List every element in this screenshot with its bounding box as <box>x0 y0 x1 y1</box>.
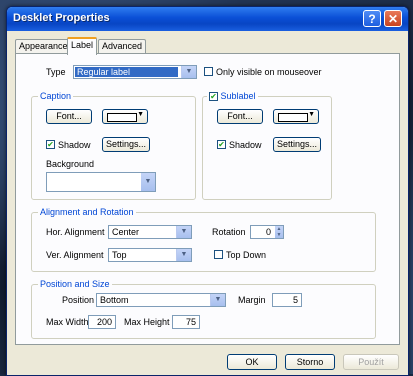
chevron-down-icon: ▼ <box>308 111 315 118</box>
caption-shadow-label: Shadow <box>58 140 91 150</box>
chevron-down-icon: ▼ <box>141 173 155 191</box>
type-label: Type <box>46 67 66 77</box>
sublabel-shadow-label: Shadow <box>229 140 262 150</box>
checkmark-icon: ✔ <box>210 92 217 102</box>
type-select[interactable]: Regular label ▼ <box>73 65 197 79</box>
caption-settings-button[interactable]: Settings... <box>102 137 150 152</box>
rotation-label: Rotation <box>212 227 246 237</box>
max-height-label: Max Height <box>124 317 170 327</box>
caption-group-label: Caption <box>38 91 74 101</box>
close-button[interactable]: ✕ <box>384 10 402 27</box>
sublabel-group-label-wrap: ✔ Sublabel <box>207 91 258 102</box>
tab-label[interactable]: Label <box>67 37 98 55</box>
ver-alignment-value: Top <box>112 250 127 260</box>
chevron-down-icon: ▼ <box>210 294 225 306</box>
sublabel-font-button[interactable]: Font... <box>217 109 263 124</box>
sublabel-group: ✔ Sublabel Font... ▼ ✔ Shadow Settings..… <box>202 91 332 200</box>
top-down-checkbox[interactable] <box>214 250 223 259</box>
background-select[interactable]: ▼ <box>46 172 156 192</box>
cancel-button[interactable]: Storno <box>285 354 335 370</box>
position-label: Position <box>62 295 95 305</box>
margin-label: Margin <box>238 295 266 305</box>
max-width-input[interactable]: 200 <box>88 315 116 329</box>
apply-button[interactable]: Použít <box>343 354 399 370</box>
tab-advanced[interactable]: Advanced <box>98 39 147 53</box>
sublabel-checkbox[interactable]: ✔ <box>209 92 218 102</box>
background-label: Background <box>46 159 95 169</box>
chevron-down-icon: ▼ <box>176 249 191 261</box>
chevron-down-icon: ▼ <box>137 111 144 118</box>
window-title: Desklet Properties <box>13 12 110 24</box>
tab-panel: Type Regular label ▼ Only visible on mou… <box>15 53 400 345</box>
color-swatch <box>107 113 137 122</box>
checkmark-icon: ✔ <box>218 140 225 149</box>
position-group: Position and Size Position Bottom ▼ Marg… <box>31 279 376 339</box>
only-visible-checkbox[interactable] <box>204 67 213 76</box>
ver-alignment-select[interactable]: Top ▼ <box>108 248 192 262</box>
caption-font-button[interactable]: Font... <box>46 109 92 124</box>
caption-shadow-checkbox[interactable]: ✔ <box>46 140 55 149</box>
position-value: Bottom <box>100 295 129 305</box>
caption-group: Caption Font... ▼ ✔ Shadow Settings... B… <box>31 91 196 200</box>
alignment-group-label: Alignment and Rotation <box>38 207 136 217</box>
chevron-down-icon: ▼ <box>176 226 191 238</box>
sublabel-shadow-checkbox[interactable]: ✔ <box>217 140 226 149</box>
top-down-label: Top Down <box>226 250 267 260</box>
help-button[interactable]: ? <box>363 10 381 27</box>
caption-color-button[interactable]: ▼ <box>102 109 148 124</box>
max-height-input[interactable]: 75 <box>172 315 200 329</box>
max-width-label: Max Width <box>46 317 89 327</box>
sublabel-group-label: Sublabel <box>220 91 256 101</box>
hor-alignment-select[interactable]: Center ▼ <box>108 225 192 239</box>
rotation-spinner[interactable]: ▲ ▼ <box>275 226 283 238</box>
sublabel-settings-button[interactable]: Settings... <box>273 137 321 152</box>
checkmark-icon: ✔ <box>47 140 54 149</box>
tab-appearance[interactable]: Appearance <box>15 39 72 53</box>
sublabel-color-button[interactable]: ▼ <box>273 109 319 124</box>
title-bar[interactable]: Desklet Properties ? ✕ <box>7 7 408 31</box>
color-swatch <box>278 113 308 122</box>
hor-alignment-label: Hor. Alignment <box>46 227 105 237</box>
margin-input[interactable]: 5 <box>272 293 302 307</box>
ver-alignment-label: Ver. Alignment <box>46 250 104 260</box>
only-visible-label: Only visible on mouseover <box>216 67 322 77</box>
hor-alignment-value: Center <box>112 227 140 237</box>
ok-button[interactable]: OK <box>227 354 277 370</box>
chevron-down-icon: ▼ <box>181 66 196 78</box>
alignment-group: Alignment and Rotation Hor. Alignment Ce… <box>31 207 376 272</box>
type-value: Regular label <box>75 67 178 77</box>
dialog-window: Desklet Properties ? ✕ Appearance Label … <box>6 6 409 376</box>
position-select[interactable]: Bottom ▼ <box>96 293 226 307</box>
position-group-label: Position and Size <box>38 279 112 289</box>
